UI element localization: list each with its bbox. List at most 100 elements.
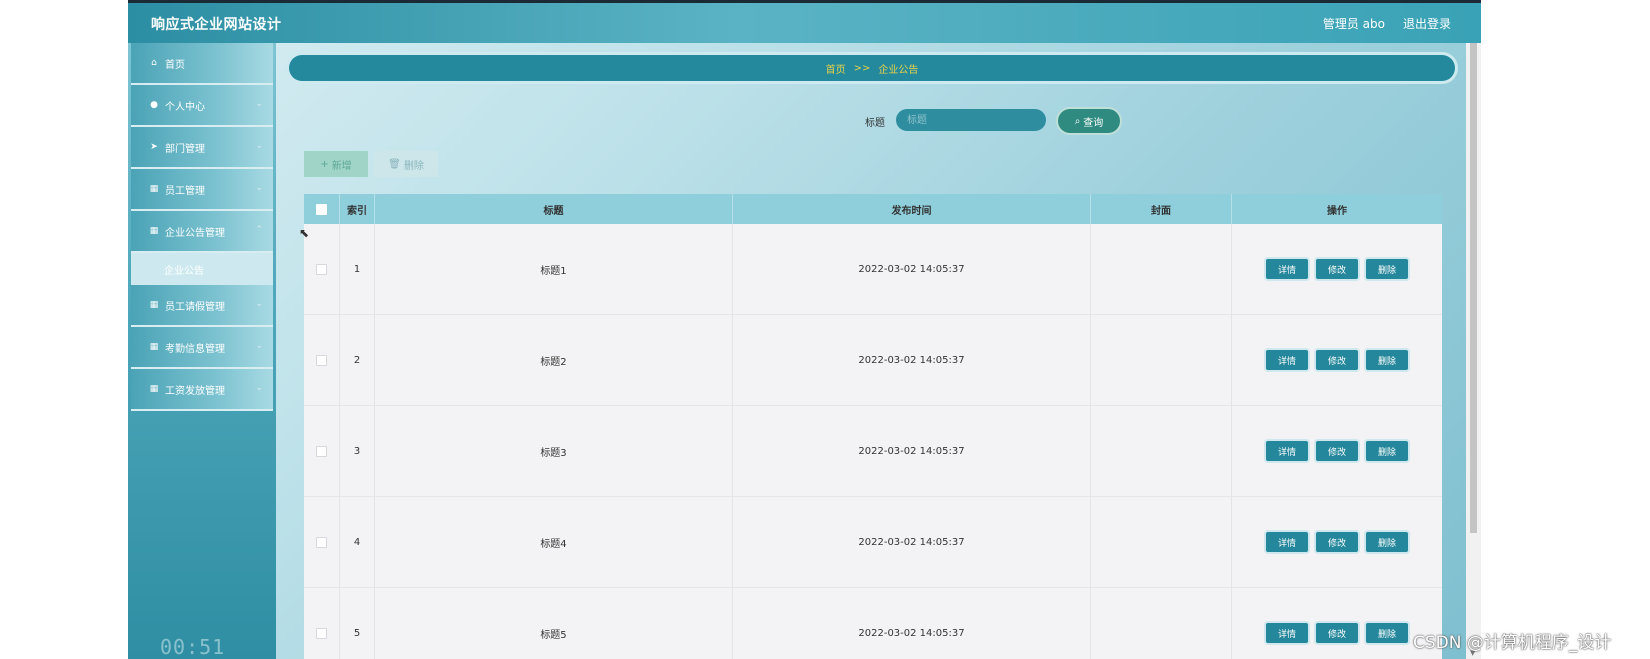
search-input[interactable] xyxy=(896,109,1046,131)
row-checkbox[interactable] xyxy=(316,627,327,639)
cell-title: 标题3 xyxy=(375,406,733,496)
sidebar-item-label: 考勤信息管理 xyxy=(165,343,225,355)
row-checkbox-cell xyxy=(304,406,340,496)
sidebar-item-label: 部门管理 xyxy=(165,143,205,155)
chevron-down-icon: ⌄ xyxy=(255,99,263,109)
scrollbar-thumb[interactable] xyxy=(1470,43,1477,533)
table-row: 1 标题1 2022-03-02 14:05:37 详情 修改 删除 xyxy=(304,224,1442,315)
sidebar-item-profile[interactable]: ● 个人中心 ⌄ xyxy=(131,85,273,127)
row-checkbox[interactable] xyxy=(316,536,327,548)
cell-title: 标题5 xyxy=(375,588,733,659)
cell-cover xyxy=(1091,315,1232,405)
grid-icon: ▦ xyxy=(149,226,159,236)
cell-title: 标题4 xyxy=(375,497,733,587)
sidebar-item-label: 员工管理 xyxy=(165,185,205,197)
edit-button[interactable]: 修改 xyxy=(1316,259,1358,279)
sidebar-item-salary[interactable]: ▦ 工资发放管理 ⌄ xyxy=(131,369,273,411)
delete-button[interactable]: 删除 xyxy=(1366,350,1408,370)
user-label: 管理员 abo xyxy=(1322,17,1385,31)
cell-actions: 详情 修改 删除 xyxy=(1232,224,1442,314)
delete-button[interactable]: 删除 xyxy=(1366,623,1408,643)
delete-button[interactable]: 删除 xyxy=(1366,259,1408,279)
breadcrumb-home[interactable]: 首页 xyxy=(826,61,846,76)
delete-button-label: 删除 xyxy=(403,160,424,172)
search-button-label: 查询 xyxy=(1083,117,1104,129)
table-row: 4 标题4 2022-03-02 14:05:37 详情 修改 删除 xyxy=(304,497,1442,588)
detail-button[interactable]: 详情 xyxy=(1266,623,1308,643)
row-checkbox[interactable] xyxy=(316,263,327,275)
cell-actions: 详情 修改 删除 xyxy=(1232,406,1442,496)
grid-icon: ▦ xyxy=(149,342,159,352)
cell-actions: 详情 修改 删除 xyxy=(1232,315,1442,405)
delete-button[interactable]: 删除 xyxy=(1366,441,1408,461)
cell-time: 2022-03-02 14:05:37 xyxy=(733,497,1091,587)
sidebar-item-department[interactable]: ➤ 部门管理 ⌄ xyxy=(131,127,273,169)
detail-button[interactable]: 详情 xyxy=(1266,441,1308,461)
cell-index: 1 xyxy=(340,224,375,314)
person-icon: ● xyxy=(150,100,158,110)
row-checkbox-cell xyxy=(304,224,340,314)
cell-time: 2022-03-02 14:05:37 xyxy=(733,588,1091,659)
sidebar-item-label: 企业公告管理 xyxy=(165,227,225,239)
announcement-table: 索引 标题 发布时间 封面 操作 1 标题1 2022-03-02 14:05:… xyxy=(304,194,1442,659)
select-all-cell xyxy=(304,194,340,224)
cell-title: 标题1 xyxy=(375,224,733,314)
cell-cover xyxy=(1091,224,1232,314)
select-all-checkbox[interactable] xyxy=(316,203,327,215)
sidebar-item-attendance[interactable]: ▦ 考勤信息管理 ⌄ xyxy=(131,327,273,369)
row-checkbox-cell xyxy=(304,497,340,587)
chevron-up-icon: ⌃ xyxy=(255,225,263,235)
delete-button[interactable]: 删除 xyxy=(1366,532,1408,552)
logout-link[interactable]: 退出登录 xyxy=(1403,15,1451,32)
sidebar-item-label: 首页 xyxy=(165,59,185,71)
main-content: 首页 >> 企业公告 标题 ⌕ 查询 + 新增 🗑 删除 xyxy=(276,43,1466,659)
chevron-down-icon: ⌄ xyxy=(255,341,263,351)
vertical-scrollbar[interactable]: ▼ xyxy=(1466,43,1481,659)
row-checkbox[interactable] xyxy=(316,445,327,457)
sidebar-subitem-announcement[interactable]: 企业公告 xyxy=(131,253,273,285)
search-button[interactable]: ⌕ 查询 xyxy=(1058,109,1120,133)
chevron-down-icon: ⌄ xyxy=(255,141,263,151)
cell-cover xyxy=(1091,588,1232,659)
user-area: 管理员 abo 退出登录 xyxy=(1323,15,1451,32)
cell-index: 4 xyxy=(340,497,375,587)
trash-icon: 🗑 xyxy=(388,158,401,170)
cell-actions: 详情 修改 删除 xyxy=(1232,588,1442,659)
grid-icon: ▦ xyxy=(149,384,159,394)
chevron-down-icon: ⌄ xyxy=(255,383,263,393)
batch-delete-button[interactable]: 🗑 删除 xyxy=(374,151,438,177)
col-header-index: 索引 xyxy=(340,194,375,224)
cell-index: 3 xyxy=(340,406,375,496)
send-icon: ➤ xyxy=(150,142,158,152)
sidebar-item-label: 个人中心 xyxy=(165,101,205,113)
detail-button[interactable]: 详情 xyxy=(1266,532,1308,552)
sidebar-item-employee[interactable]: ▦ 员工管理 ⌄ xyxy=(131,169,273,211)
edit-button[interactable]: 修改 xyxy=(1316,623,1358,643)
add-button[interactable]: + 新增 xyxy=(304,151,368,177)
breadcrumb-current: 企业公告 xyxy=(878,64,919,76)
detail-button[interactable]: 详情 xyxy=(1266,259,1308,279)
row-checkbox[interactable] xyxy=(316,354,327,366)
cell-title: 标题2 xyxy=(375,315,733,405)
edit-button[interactable]: 修改 xyxy=(1316,441,1358,461)
cell-actions: 详情 修改 删除 xyxy=(1232,497,1442,587)
chevron-down-icon: ⌄ xyxy=(255,183,263,193)
cell-time: 2022-03-02 14:05:37 xyxy=(733,315,1091,405)
search-label: 标题 xyxy=(865,118,885,129)
col-header-title: 标题 xyxy=(375,194,733,224)
detail-button[interactable]: 详情 xyxy=(1266,350,1308,370)
sidebar-item-leave[interactable]: ▦ 员工请假管理 ⌄ xyxy=(131,285,273,327)
cell-index: 5 xyxy=(340,588,375,659)
table-header: 索引 标题 发布时间 封面 操作 xyxy=(304,194,1442,224)
edit-button[interactable]: 修改 xyxy=(1316,532,1358,552)
search-bar: 标题 ⌕ 查询 xyxy=(276,109,1466,133)
sidebar-item-home[interactable]: ⌂ 首页 xyxy=(131,43,273,85)
mouse-cursor-icon: ⬉ xyxy=(299,226,310,240)
col-header-cover: 封面 xyxy=(1091,194,1232,224)
sidebar-item-announcement[interactable]: ▦ 企业公告管理 ⌃ xyxy=(131,211,273,253)
row-checkbox-cell xyxy=(304,315,340,405)
home-icon: ⌂ xyxy=(151,58,157,68)
sidebar-item-label: 工资发放管理 xyxy=(165,385,225,397)
cell-cover xyxy=(1091,406,1232,496)
edit-button[interactable]: 修改 xyxy=(1316,350,1358,370)
